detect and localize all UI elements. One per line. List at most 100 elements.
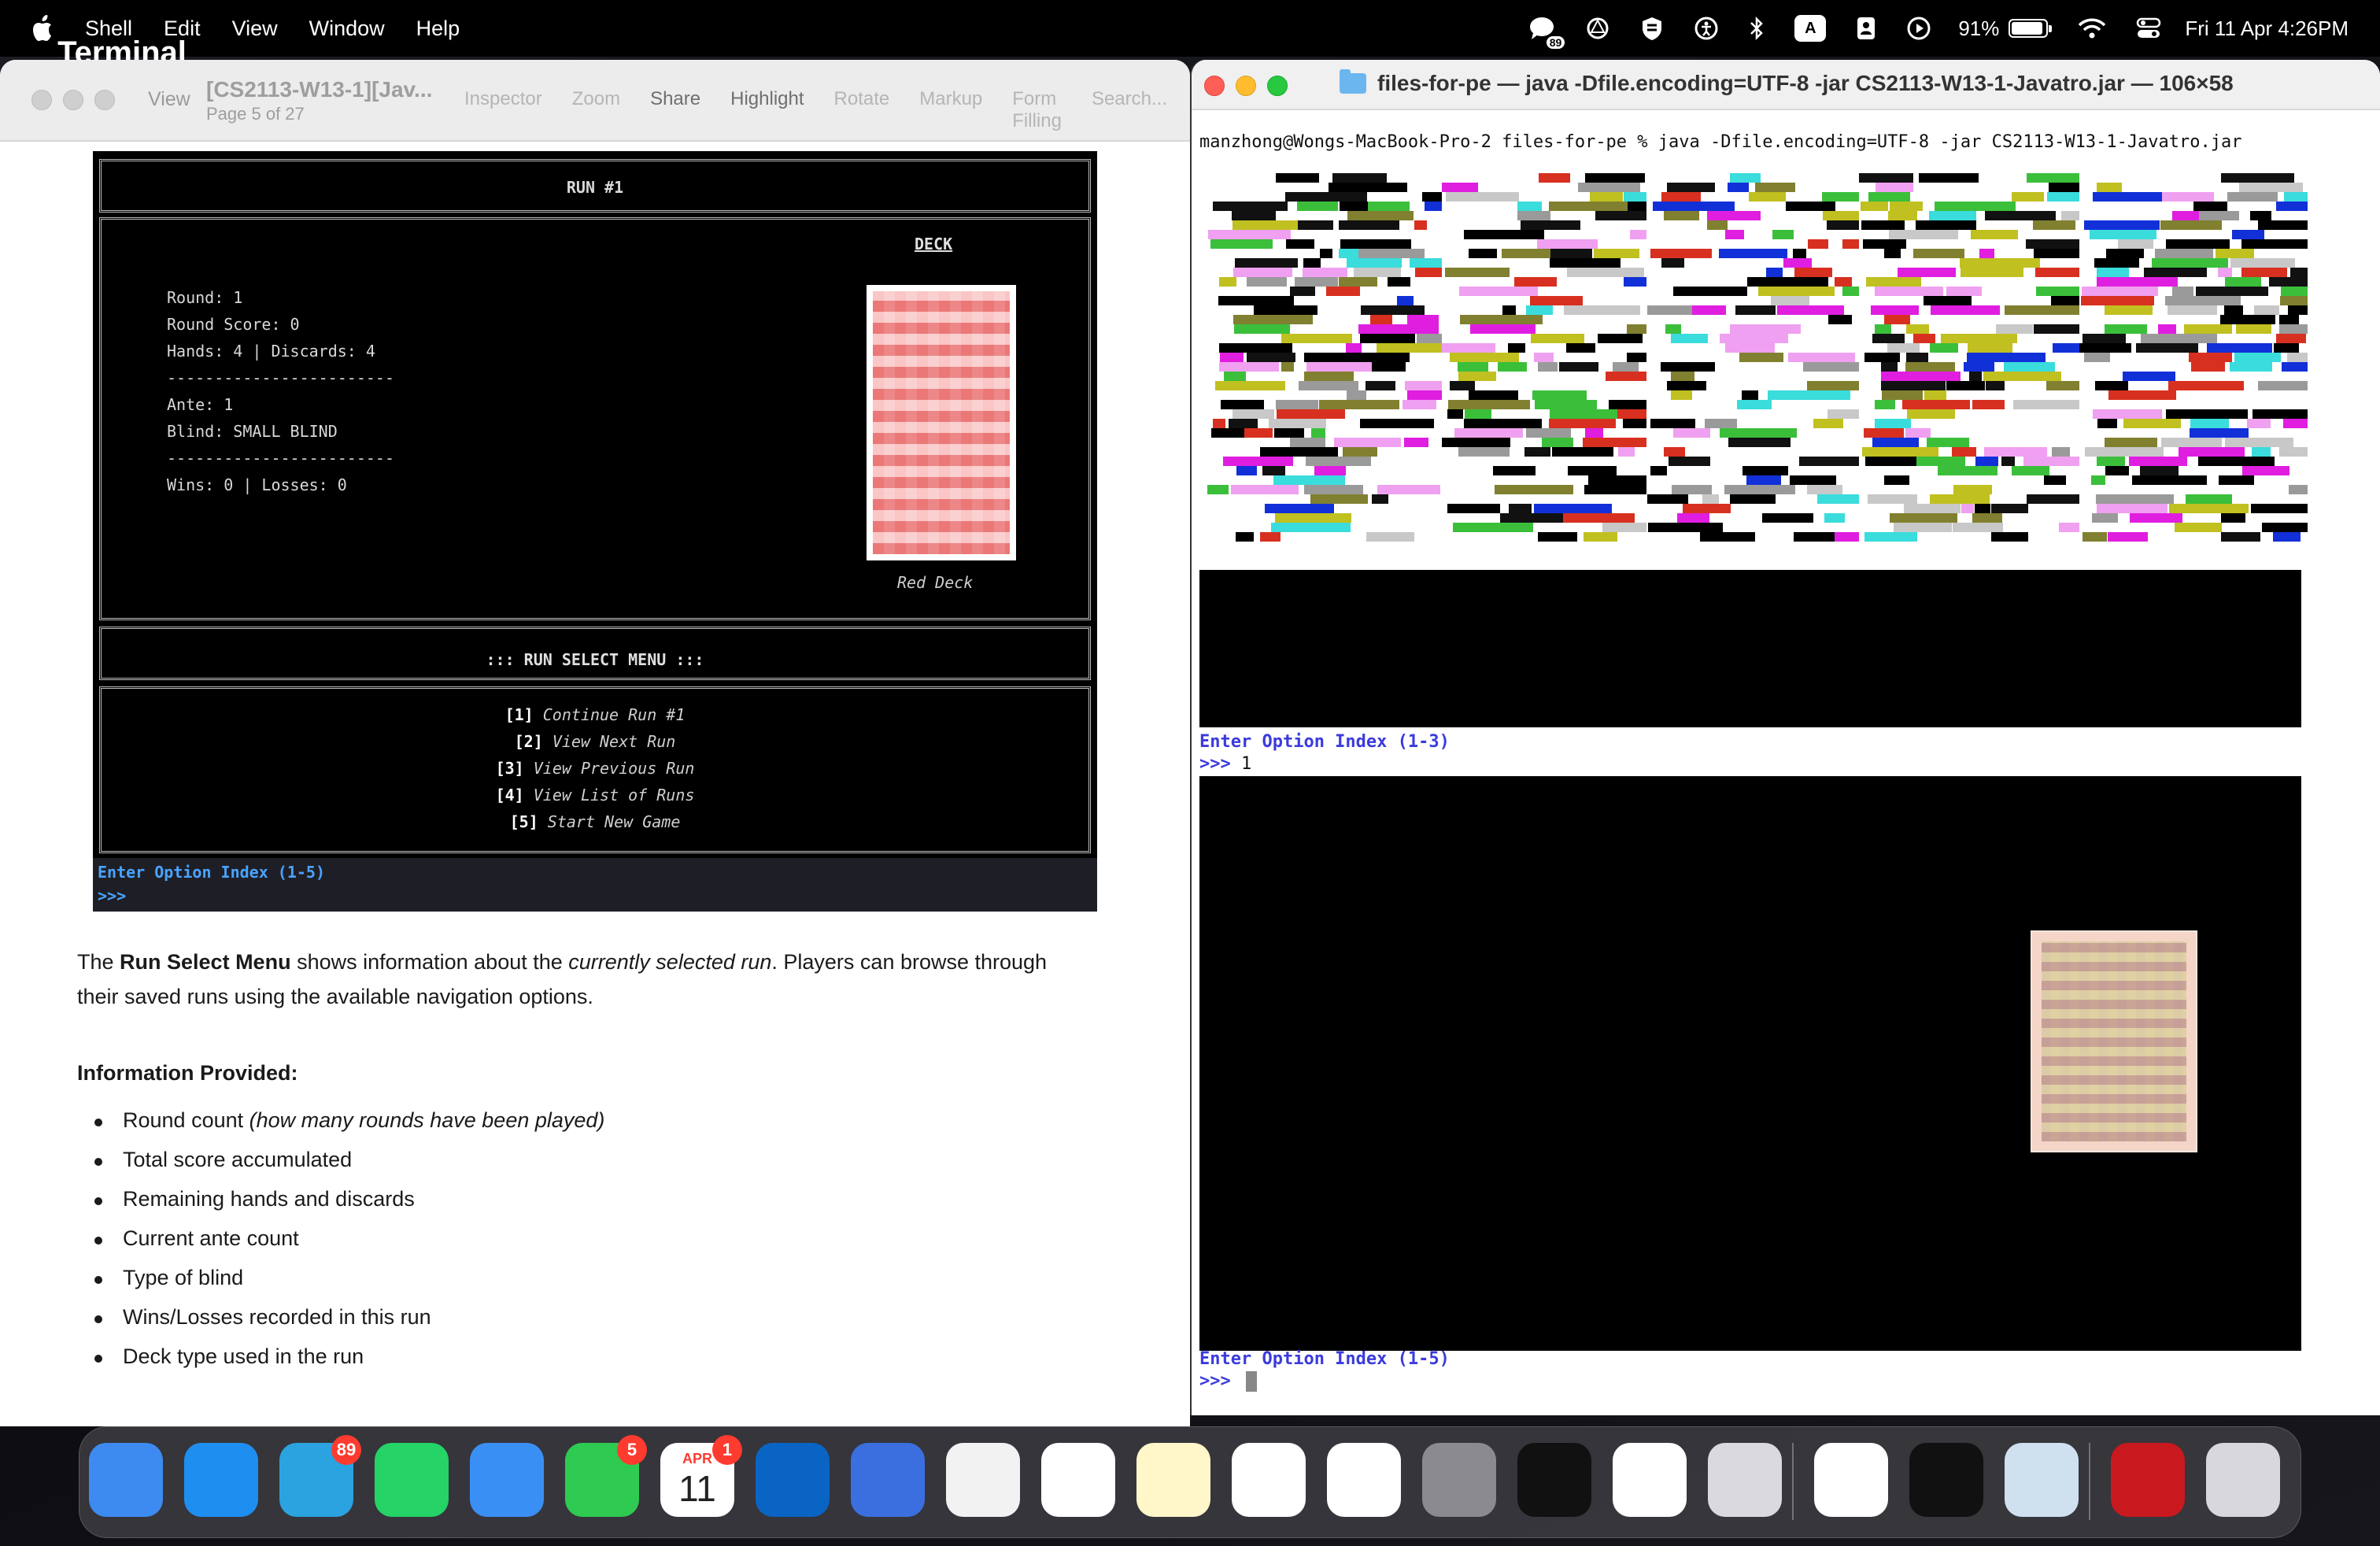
apple-menu-icon[interactable] — [31, 14, 55, 43]
close-button[interactable] — [31, 90, 52, 110]
battery-icon[interactable] — [2009, 19, 2053, 38]
preview-window: View [CS2113-W13-1][Jav... Page 5 of 27 … — [0, 60, 1190, 1426]
notes-icon[interactable] — [1136, 1443, 1210, 1517]
option-prompt: Enter Option Index (1-3) — [1199, 732, 1450, 752]
menu-clock[interactable]: Fri 11 Apr 4:26PM — [2185, 17, 2349, 41]
stat-line: Blind: SMALL BLIND — [167, 422, 338, 441]
settings-icon[interactable] — [1422, 1443, 1496, 1517]
calendar-icon[interactable]: APR 11 1 — [660, 1435, 742, 1517]
freeform-icon[interactable] — [1041, 1443, 1115, 1517]
acrobat-icon[interactable] — [2111, 1443, 2185, 1517]
information-list: Round count (how many rounds have been p… — [77, 1108, 604, 1384]
dock: 89 5 APR 11 1 — [79, 1426, 2301, 1538]
wifi-icon[interactable] — [2078, 17, 2106, 39]
minimize-button[interactable] — [63, 90, 83, 110]
command-line: manzhong@Wongs-MacBook-Pro-2 files-for-p… — [1199, 132, 2242, 152]
minimize-button[interactable] — [1236, 76, 1256, 96]
preview-toolbar: View [CS2113-W13-1][Jav... Page 5 of 27 … — [0, 60, 1190, 142]
option-prompt: Enter Option Index (1-5) — [1199, 1349, 1450, 1369]
dock-separator — [1792, 1443, 1794, 1520]
terminal-titlebar: files-for-pe — java -Dfile.encoding=UTF-… — [1192, 60, 2380, 110]
list-item: Wins/Losses recorded in this run — [77, 1305, 604, 1344]
list-item: Round count (how many rounds have been p… — [77, 1108, 604, 1148]
markup-button[interactable]: Markup — [919, 88, 982, 132]
terminal-title: files-for-pe — java -Dfile.encoding=UTF-… — [1340, 69, 2234, 96]
terminal-icon[interactable] — [1909, 1443, 1983, 1517]
notification-badge: 5 — [617, 1435, 647, 1465]
menu-option-5: [5] Start New Game — [509, 812, 681, 831]
finder-icon[interactable] — [89, 1443, 163, 1517]
menu-option-3: [3] View Previous Run — [495, 759, 695, 778]
stat-line: Round: 1 — [167, 288, 243, 307]
chatgpt-icon[interactable] — [946, 1443, 1020, 1517]
excel-icon[interactable] — [1327, 1443, 1401, 1517]
accessibility-icon[interactable] — [1694, 16, 1719, 41]
menu-option-1: [1] Continue Run #1 — [504, 705, 686, 724]
stat-divider: ------------------------ — [167, 368, 394, 387]
chatgpt-status-icon[interactable] — [1585, 16, 1610, 41]
stat-line: Round Score: 0 — [167, 315, 300, 334]
vpn-status-icon[interactable] — [1640, 16, 1664, 41]
run-select-menu-title: ::: RUN SELECT MENU ::: — [486, 650, 704, 669]
safari-icon[interactable] — [184, 1443, 258, 1517]
search-field[interactable]: Search... — [1092, 88, 1167, 132]
embedded-prompt: Enter Option Index (1-5) >>> — [93, 858, 1097, 912]
menu-help[interactable]: Help — [416, 17, 460, 41]
menu-window[interactable]: Window — [309, 17, 385, 41]
calendar-day: 11 — [678, 1467, 716, 1509]
close-button[interactable] — [1204, 76, 1225, 96]
telegram-icon[interactable]: 89 — [279, 1435, 361, 1517]
information-heading: Information Provided: — [77, 1061, 298, 1085]
inspector-button[interactable]: Inspector — [464, 88, 542, 132]
xcode-icon[interactable] — [851, 1443, 925, 1517]
mail-icon[interactable] — [470, 1443, 544, 1517]
highlight-button[interactable]: Highlight — [730, 88, 804, 132]
menu-option-4: [4] View List of Runs — [495, 786, 695, 804]
calendar-month: APR — [682, 1450, 712, 1466]
whatsapp-icon[interactable] — [375, 1443, 449, 1517]
preview-icon[interactable] — [2005, 1443, 2079, 1517]
contacts-status-icon[interactable] — [1856, 16, 1876, 41]
zoom-button[interactable] — [1267, 76, 1288, 96]
list-item: Total score accumulated — [77, 1148, 604, 1187]
deck-name: Red Deck — [897, 573, 974, 592]
messages-status-icon[interactable]: 89 — [1528, 16, 1565, 49]
stat-divider: ------------------------ — [167, 449, 394, 468]
outlook-icon[interactable] — [756, 1443, 830, 1517]
input-line: >>> — [1199, 1371, 1257, 1392]
battery-percent: 91% — [1958, 16, 2000, 40]
page-indicator: Page 5 of 27 — [206, 104, 305, 124]
word-icon[interactable] — [1232, 1443, 1306, 1517]
stat-line: Hands: 4 | Discards: 4 — [167, 342, 375, 361]
status-badge-count: 89 — [1546, 36, 1565, 49]
deck-card-image — [2031, 930, 2197, 1152]
bluetooth-icon[interactable] — [1749, 16, 1765, 41]
document-title: [CS2113-W13-1][Jav... — [206, 77, 433, 102]
home-icon[interactable] — [1814, 1443, 1888, 1517]
text-cursor — [1245, 1371, 1257, 1392]
list-item: Type of blind — [77, 1266, 604, 1305]
trash-icon[interactable] — [2206, 1443, 2280, 1517]
menu-option-2: [2] View Next Run — [514, 732, 676, 751]
notification-badge: 1 — [712, 1435, 742, 1465]
photos-icon[interactable] — [1613, 1443, 1687, 1517]
form-filling-button[interactable]: Form Filling — [1012, 88, 1062, 132]
view-menu-button[interactable]: View — [148, 88, 190, 111]
input-source-icon[interactable]: A — [1794, 15, 1827, 42]
stat-line: Wins: 0 | Losses: 0 — [167, 475, 347, 494]
facetime-icon[interactable]: 5 — [565, 1435, 647, 1517]
share-button[interactable]: Share — [650, 88, 700, 132]
menu-view[interactable]: View — [232, 17, 278, 41]
zoom-tool-button[interactable]: Zoom — [572, 88, 620, 132]
list-item: Remaining hands and discards — [77, 1187, 604, 1226]
folder-icon — [1340, 69, 1366, 94]
terminal-content[interactable]: manzhong@Wongs-MacBook-Pro-2 files-for-p… — [1192, 110, 2380, 1415]
iphone-mirroring-icon[interactable] — [1708, 1443, 1782, 1517]
spotify-icon[interactable] — [1517, 1443, 1591, 1517]
terminal-window: files-for-pe — java -Dfile.encoding=UTF-… — [1190, 60, 2380, 1415]
control-center-icon[interactable] — [2136, 17, 2161, 39]
now-playing-icon[interactable] — [1906, 16, 1931, 41]
zoom-button[interactable] — [94, 90, 115, 110]
rotate-button[interactable]: Rotate — [834, 88, 890, 132]
input-line: >>> 1 — [1199, 754, 1252, 774]
